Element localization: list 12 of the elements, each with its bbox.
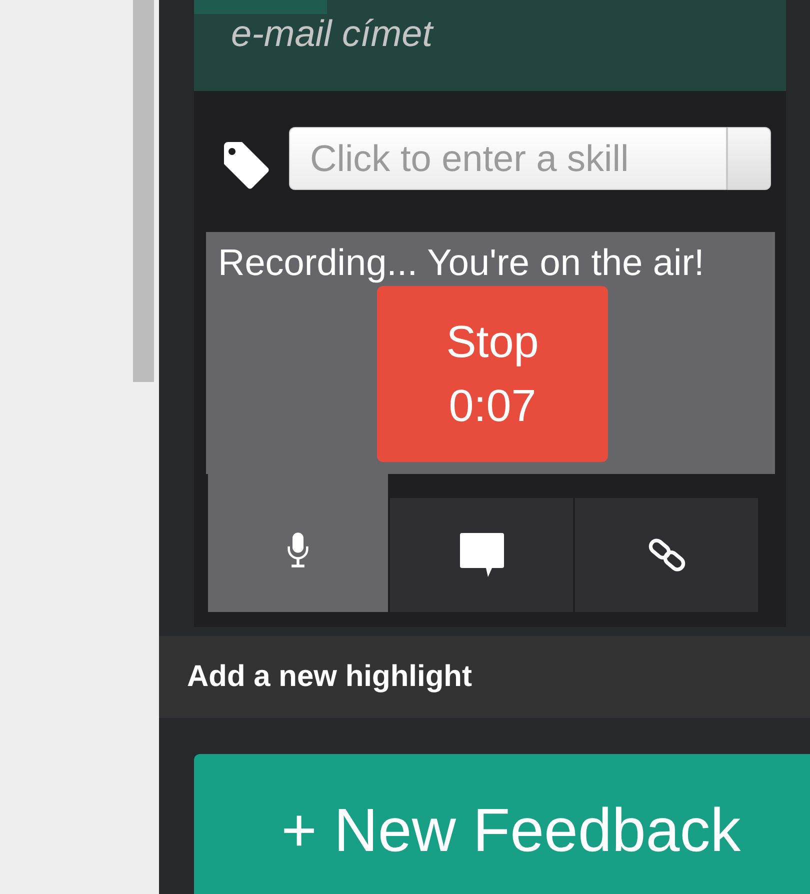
- skill-field[interactable]: Click to enter a skill: [289, 127, 726, 190]
- tag-icon: [222, 140, 270, 190]
- email-field[interactable]: e-mail címet: [194, 14, 786, 91]
- dropdown-button[interactable]: [726, 127, 771, 190]
- new-feedback-button[interactable]: + New Feedback: [194, 754, 810, 894]
- scrollbar-thumb[interactable]: [133, 0, 154, 382]
- media-tab[interactable]: [390, 498, 573, 612]
- recording-status: Recording... You're on the air!: [218, 242, 706, 284]
- microphone-icon: [287, 531, 309, 569]
- comment-icon: [458, 531, 506, 579]
- highlight-title: Add a new highlight: [187, 660, 472, 694]
- stop-button[interactable]: Stop 0:07: [377, 286, 608, 462]
